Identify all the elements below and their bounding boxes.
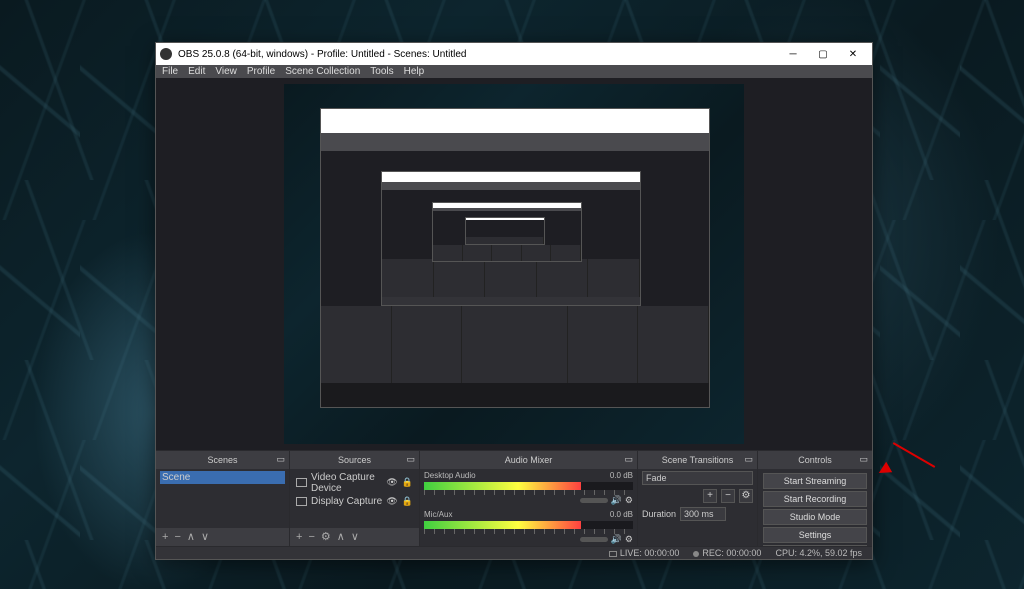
mixer-channel: Desktop Audio 0.0 dB 🔊⚙ <box>424 471 633 506</box>
speaker-icon[interactable]: 🔊 <box>611 495 622 506</box>
volume-meter <box>424 521 633 529</box>
sources-popout-icon[interactable]: ▭ <box>406 454 415 465</box>
menu-file[interactable]: File <box>162 66 178 77</box>
studio-mode-button[interactable]: Studio Mode <box>763 509 868 525</box>
transition-remove-button[interactable]: − <box>721 489 735 503</box>
recording-status: REC: 00:00:00 <box>693 548 761 558</box>
start-recording-button[interactable]: Start Recording <box>763 491 868 507</box>
visibility-toggle-icon[interactable]: 👁 <box>386 496 397 507</box>
docked-panels: Scenes ▭ Scene + − ∧ ∨ Sources ▭ Video <box>156 450 872 546</box>
channel-settings-icon[interactable]: ⚙ <box>625 534 633 545</box>
transition-select[interactable]: Fade <box>642 471 753 485</box>
minimize-button[interactable]: ─ <box>778 43 808 65</box>
source-item[interactable]: Video Capture Device 👁 🔒 <box>294 471 415 495</box>
source-properties-button[interactable]: ⚙ <box>321 530 331 543</box>
window-title: OBS 25.0.8 (64-bit, windows) - Profile: … <box>178 49 778 60</box>
source-up-button[interactable]: ∧ <box>337 530 345 543</box>
lock-icon[interactable]: 🔒 <box>402 477 413 488</box>
sources-panel: Sources ▭ Video Capture Device 👁 🔒 Displ… <box>290 451 420 546</box>
close-button[interactable]: ✕ <box>838 43 868 65</box>
preview-area[interactable] <box>156 78 872 450</box>
title-bar[interactable]: OBS 25.0.8 (64-bit, windows) - Profile: … <box>156 43 872 65</box>
menu-view[interactable]: View <box>215 66 237 77</box>
transitions-popout-icon[interactable]: ▭ <box>744 454 753 465</box>
scene-up-button[interactable]: ∧ <box>187 530 195 543</box>
mixer-title: Audio Mixer <box>505 455 553 465</box>
mixer-popout-icon[interactable]: ▭ <box>624 454 633 465</box>
menu-help[interactable]: Help <box>404 66 425 77</box>
recursive-preview-1 <box>320 108 710 408</box>
mixer-channel: Mic/Aux 0.0 dB 🔊⚙ <box>424 510 633 545</box>
lock-icon[interactable]: 🔒 <box>402 496 413 507</box>
source-down-button[interactable]: ∨ <box>351 530 359 543</box>
source-item[interactable]: Display Capture 👁 🔒 <box>294 495 415 508</box>
menu-profile[interactable]: Profile <box>247 66 275 77</box>
mixer-channel-name: Desktop Audio <box>424 471 476 480</box>
preview-canvas <box>284 84 744 444</box>
audio-mixer-panel: Audio Mixer ▭ Desktop Audio0.0 dB 🔊⚙ Mic… <box>420 451 638 546</box>
obs-window: OBS 25.0.8 (64-bit, windows) - Profile: … <box>155 42 873 560</box>
live-status: LIVE: 00:00:00 <box>609 548 680 558</box>
start-streaming-button[interactable]: Start Streaming <box>763 473 868 489</box>
volume-slider[interactable] <box>580 498 608 503</box>
source-add-button[interactable]: + <box>296 531 302 543</box>
visibility-toggle-icon[interactable]: 👁 <box>386 477 397 488</box>
controls-title: Controls <box>798 455 832 465</box>
menu-bar: File Edit View Profile Scene Collection … <box>156 65 872 78</box>
scene-add-button[interactable]: + <box>162 531 168 543</box>
volume-meter <box>424 482 633 490</box>
transition-add-button[interactable]: + <box>703 489 717 503</box>
cpu-status: CPU: 4.2%, 59.02 fps <box>775 548 862 558</box>
menu-tools[interactable]: Tools <box>370 66 393 77</box>
duration-input[interactable]: 300 ms <box>680 507 726 521</box>
sources-list[interactable]: Video Capture Device 👁 🔒 Display Capture… <box>290 469 419 528</box>
video-capture-icon <box>296 478 307 487</box>
mixer-channel-level: 0.0 dB <box>610 471 633 480</box>
scene-item[interactable]: Scene <box>160 471 285 484</box>
volume-slider[interactable] <box>580 537 608 542</box>
scenes-list[interactable]: Scene <box>156 469 289 528</box>
channel-settings-icon[interactable]: ⚙ <box>625 495 633 506</box>
menu-scene-collection[interactable]: Scene Collection <box>285 66 360 77</box>
mixer-channel-name: Mic/Aux <box>424 510 452 519</box>
scenes-popout-icon[interactable]: ▭ <box>276 454 285 465</box>
mixer-channel-level: 0.0 dB <box>610 510 633 519</box>
controls-panel: Controls ▭ Start Streaming Start Recordi… <box>758 451 872 546</box>
source-remove-button[interactable]: − <box>308 531 314 543</box>
scene-remove-button[interactable]: − <box>174 531 180 543</box>
scenes-panel: Scenes ▭ Scene + − ∧ ∨ <box>156 451 290 546</box>
transitions-title: Scene Transitions <box>662 455 734 465</box>
speaker-icon[interactable]: 🔊 <box>611 534 622 545</box>
controls-popout-icon[interactable]: ▭ <box>859 454 868 465</box>
sources-title: Sources <box>338 455 371 465</box>
scenes-title: Scenes <box>207 455 237 465</box>
display-capture-icon <box>296 497 307 506</box>
transition-properties-button[interactable]: ⚙ <box>739 489 753 503</box>
scene-transitions-panel: Scene Transitions ▭ Fade + − ⚙ Duration … <box>638 451 758 546</box>
maximize-button[interactable]: ▢ <box>808 43 838 65</box>
status-bar: LIVE: 00:00:00 REC: 00:00:00 CPU: 4.2%, … <box>156 546 872 559</box>
menu-edit[interactable]: Edit <box>188 66 205 77</box>
obs-app-icon <box>160 48 172 60</box>
scene-down-button[interactable]: ∨ <box>201 530 209 543</box>
settings-button[interactable]: Settings <box>763 527 868 543</box>
duration-label: Duration <box>642 509 676 519</box>
